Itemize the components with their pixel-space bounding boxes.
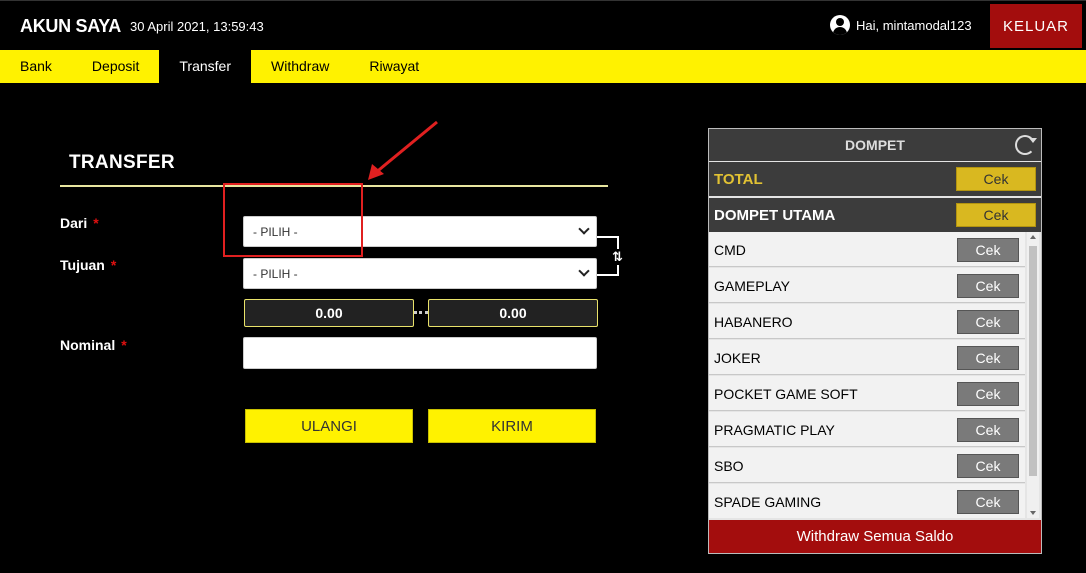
provider-check-button[interactable]: Cek: [957, 310, 1019, 334]
scroll-thumb[interactable]: [1029, 246, 1037, 476]
top-header: AKUN SAYA 30 April 2021, 13:59:43 Hai, m…: [0, 0, 1086, 48]
provider-name: SBO: [714, 458, 744, 474]
to-label-text: Tujuan: [60, 257, 105, 273]
wallet-panel: DOMPET TOTAL Cek DOMPET UTAMA Cek CMD Ce…: [708, 128, 1042, 554]
from-label-text: Dari: [60, 215, 88, 231]
provider-check-button[interactable]: Cek: [957, 490, 1019, 514]
required-mark: *: [121, 337, 127, 353]
provider-check-button[interactable]: Cek: [957, 454, 1019, 478]
provider-check-button[interactable]: Cek: [957, 274, 1019, 298]
nav-scroll-edge: [1080, 50, 1086, 83]
withdraw-all-button[interactable]: Withdraw Semua Saldo: [709, 520, 1041, 553]
provider-list-scrollbar[interactable]: [1027, 232, 1039, 518]
provider-item-gameplay: GAMEPLAY Cek: [709, 268, 1025, 303]
user-icon: [830, 15, 850, 35]
total-check-button[interactable]: Cek: [956, 167, 1036, 191]
provider-item-joker: JOKER Cek: [709, 340, 1025, 375]
from-balance: 0.00: [244, 299, 414, 327]
swap-icon[interactable]: ⇅: [611, 249, 624, 265]
nominal-label-text: Nominal: [60, 337, 116, 353]
chevron-down-icon: [578, 265, 590, 277]
reset-button[interactable]: ULANGI: [245, 409, 413, 443]
provider-name: GAMEPLAY: [714, 278, 790, 294]
required-mark: *: [110, 257, 117, 273]
provider-item-cmd: CMD Cek: [709, 232, 1025, 267]
to-select-value: - PILIH -: [253, 267, 298, 281]
scroll-down-icon[interactable]: [1030, 511, 1036, 515]
provider-name: HABANERO: [714, 314, 793, 330]
page-title: AKUN SAYA: [20, 16, 122, 36]
wallet-total-row: TOTAL Cek: [709, 162, 1041, 196]
provider-check-button[interactable]: Cek: [957, 346, 1019, 370]
provider-item-habanero: HABANERO Cek: [709, 304, 1025, 339]
transfer-title: TRANSFER: [69, 152, 175, 173]
provider-list: CMD Cek GAMEPLAY Cek HABANERO Cek JOKER …: [709, 232, 1041, 518]
tab-bank[interactable]: Bank: [0, 50, 72, 83]
tab-transfer[interactable]: Transfer: [159, 50, 251, 83]
provider-name: POCKET GAME SOFT: [714, 386, 858, 402]
balance-connector: [414, 311, 428, 314]
to-select[interactable]: - PILIH -: [243, 258, 597, 289]
provider-name: CMD: [714, 242, 746, 258]
provider-name: JOKER: [714, 350, 761, 366]
account-nav: Bank Deposit Transfer Withdraw Riwayat: [0, 48, 1086, 85]
provider-item-pocket-game-soft: POCKET GAME SOFT Cek: [709, 376, 1025, 411]
submit-button[interactable]: KIRIM: [428, 409, 596, 443]
annotation-arrow-icon: [368, 120, 438, 180]
wallet-main-row: DOMPET UTAMA Cek: [709, 198, 1041, 232]
wallet-total-label: TOTAL: [714, 170, 763, 188]
annotation-highlight-box: [223, 183, 363, 257]
refresh-icon[interactable]: [1015, 135, 1037, 155]
nominal-label: Nominal *: [60, 337, 127, 353]
to-balance: 0.00: [428, 299, 598, 327]
user-greeting[interactable]: Hai, mintamodal123: [830, 15, 972, 35]
wallet-main-label: DOMPET UTAMA: [714, 206, 836, 224]
provider-item-sbo: SBO Cek: [709, 448, 1025, 483]
from-label: Dari *: [60, 215, 99, 231]
chevron-down-icon: [578, 223, 590, 235]
provider-check-button[interactable]: Cek: [957, 418, 1019, 442]
wallet-header: DOMPET: [709, 129, 1041, 161]
to-label: Tujuan *: [60, 257, 116, 273]
datetime-display: 30 April 2021, 13:59:43: [130, 19, 264, 34]
logout-button[interactable]: KELUAR: [990, 4, 1082, 48]
provider-item-spade-gaming: SPADE GAMING Cek: [709, 484, 1025, 518]
provider-name: PRAGMATIC PLAY: [714, 422, 835, 438]
tab-deposit[interactable]: Deposit: [72, 50, 159, 83]
provider-item-pragmatic-play: PRAGMATIC PLAY Cek: [709, 412, 1025, 447]
provider-check-button[interactable]: Cek: [957, 382, 1019, 406]
tab-riwayat[interactable]: Riwayat: [349, 50, 439, 83]
scroll-up-icon[interactable]: [1030, 235, 1036, 239]
required-mark: *: [93, 215, 99, 231]
tab-withdraw[interactable]: Withdraw: [251, 50, 349, 83]
nominal-input[interactable]: [243, 337, 597, 369]
provider-check-button[interactable]: Cek: [957, 238, 1019, 262]
wallet-title: DOMPET: [845, 137, 905, 153]
user-greeting-text: Hai, mintamodal123: [856, 17, 972, 33]
main-check-button[interactable]: Cek: [956, 203, 1036, 227]
provider-name: SPADE GAMING: [714, 494, 822, 510]
